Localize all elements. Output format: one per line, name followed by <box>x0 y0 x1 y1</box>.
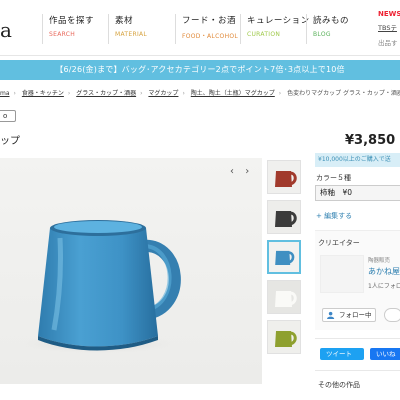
breadcrumb-item[interactable]: 陶土、陶土（土瓶）マグカップ <box>191 88 275 97</box>
breadcrumb-separator: › <box>67 90 71 97</box>
shipping-notice: ¥10,000以上のご購入で送 <box>315 153 400 167</box>
gallery-nav: ‹ › <box>230 166 257 177</box>
nav-food-label: フード・お酒 <box>182 16 237 26</box>
edit-link[interactable]: + 編集する <box>316 211 352 221</box>
color-option-label: カラー５種 <box>316 174 351 182</box>
prev-image-button[interactable]: ‹ <box>230 166 234 177</box>
follow-button[interactable]: フォロー中 <box>322 308 376 322</box>
color-select[interactable]: 柿釉 ¥0 <box>315 185 400 201</box>
site-logo[interactable]: a <box>0 18 12 42</box>
like-button[interactable]: いいね <box>370 348 400 360</box>
promo-banner[interactable]: 【6/26(金)まで】バッグ･アクセカテゴリー2点でポイント7倍･3点以上で10… <box>0 60 400 80</box>
red-mug-thumb-image <box>268 161 300 193</box>
next-image-button[interactable]: › <box>245 166 249 177</box>
follow-button-label: フォロー中 <box>339 311 372 319</box>
nav-search-sublabel: SEARCH <box>49 31 76 38</box>
breadcrumb-separator: › <box>13 90 16 97</box>
creator-name[interactable]: あかね屋 <box>368 266 400 277</box>
user-follow-icon <box>327 311 335 319</box>
breadcrumb-item[interactable]: グラス・カップ・酒器 <box>76 88 136 97</box>
thumbnail-white-mug[interactable] <box>267 280 301 314</box>
news-link[interactable]: TBSテ <box>378 22 400 32</box>
news-panel: NEWS TBSテ 出品す <box>378 10 400 47</box>
other-works-heading: その他の作品 <box>318 381 360 389</box>
nav-curation-label: キュレーション <box>247 16 310 26</box>
thumbnail-blue-mug[interactable] <box>267 240 301 274</box>
breadcrumb-item[interactable]: ma <box>0 90 10 97</box>
product-title: ップ <box>0 136 20 147</box>
divider <box>315 338 400 339</box>
nav-material-label: 素材 <box>115 16 134 26</box>
blue-mug-illustration <box>16 220 181 354</box>
breadcrumb-item[interactable]: マグカップ <box>148 88 178 97</box>
creator-avatar[interactable] <box>320 255 364 293</box>
green-mug-thumb-image <box>268 321 300 353</box>
category-tag[interactable]: o <box>0 110 16 122</box>
nav-blog-sublabel: BLOG <box>313 31 331 38</box>
breadcrumb-current: 色変わりマグカップ グラス・カップ・酒器 <box>287 90 400 97</box>
breadcrumb-separator: › <box>278 90 282 97</box>
tweet-button[interactable]: ツイート <box>320 348 364 360</box>
nav-food[interactable]: フード・お酒 FOOD・ALCOHOL <box>175 14 238 44</box>
thumbnail-list <box>267 160 301 360</box>
nav-search[interactable]: 作品を探す SEARCH <box>42 14 94 44</box>
black-mug-thumb-image <box>268 201 300 233</box>
nav-curation[interactable]: キュレーション CURATION <box>240 14 310 44</box>
nav-material[interactable]: 素材 MATERIAL <box>108 14 147 44</box>
thumbnail-green-mug[interactable] <box>267 320 301 354</box>
blue-mug-thumb-image <box>269 242 299 272</box>
breadcrumb: ma › 食器・キッチン › グラス・カップ・酒器 › マグカップ › 陶土、陶土（土瓶… <box>0 88 400 100</box>
breadcrumb-item[interactable]: 食器・キッチン <box>22 88 64 97</box>
product-price: ¥3,850 <box>345 133 396 148</box>
white-mug-thumb-image <box>268 281 300 313</box>
nav-food-sublabel: FOOD・ALCOHOL <box>182 33 239 40</box>
main-product-image[interactable] <box>0 158 262 384</box>
creator-heading: クリエイター <box>318 239 360 247</box>
breadcrumb-separator: › <box>140 90 143 97</box>
thumbnail-black-mug[interactable] <box>267 200 301 234</box>
creator-shop-type: 陶器販売 <box>368 258 391 264</box>
nav-blog[interactable]: 読みもの BLOG <box>306 14 349 44</box>
divider <box>315 370 400 371</box>
nav-search-label: 作品を探す <box>49 16 95 26</box>
thumbnail-red-mug[interactable] <box>267 160 301 194</box>
news-label: NEWS <box>378 10 400 18</box>
site-header: a 作品を探す SEARCH 素材 MATERIAL フード・お酒 FOOD・A… <box>0 0 400 56</box>
nav-blog-label: 読みもの <box>313 16 350 26</box>
breadcrumb-separator: › <box>182 90 185 97</box>
nav-curation-sublabel: CURATION <box>247 31 281 38</box>
news-link-secondary[interactable]: 出品す <box>378 37 400 47</box>
creator-follower-count: 1人にフォロ <box>368 283 400 290</box>
nav-material-sublabel: MATERIAL <box>115 31 148 38</box>
share-circle-button[interactable] <box>384 308 400 322</box>
